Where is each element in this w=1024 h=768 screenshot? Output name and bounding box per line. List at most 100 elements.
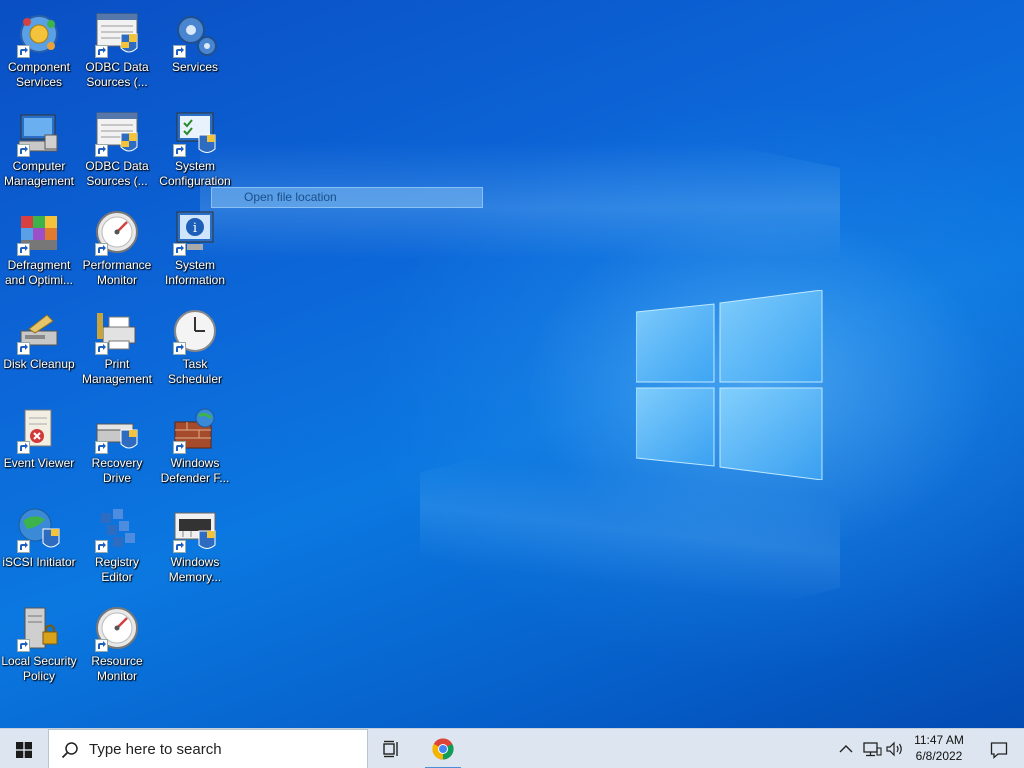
odbc-icon — [93, 10, 141, 58]
desktop-icon-label: ODBC Data Sources (... — [85, 159, 149, 188]
printer-icon — [93, 307, 141, 355]
odbc-icon — [93, 109, 141, 157]
clock-icon — [171, 307, 219, 355]
task-view-icon — [383, 740, 398, 758]
notification-center-button[interactable] — [978, 729, 1018, 768]
registry-icon — [93, 505, 141, 553]
memory-chip-icon — [171, 505, 219, 553]
gauge-icon — [93, 208, 141, 256]
network-icon[interactable] — [862, 739, 882, 759]
shortcut-arrow-icon — [17, 441, 30, 454]
desktop-icon-services[interactable]: Services — [156, 4, 234, 100]
desktop-icon-disk-cleanup[interactable]: Disk Cleanup — [0, 301, 78, 397]
desktop-icon-windows-memory[interactable]: Windows Memory... — [156, 499, 234, 595]
desktop-icon-label: Disk Cleanup — [3, 357, 75, 371]
desktop-icon-label: Resource Monitor — [91, 654, 143, 683]
shortcut-arrow-icon — [95, 639, 108, 652]
taskbar: Type here to search 11:47 AM 6/8/2022 — [0, 728, 1024, 768]
search-placeholder: Type here to search — [89, 741, 222, 758]
shortcut-arrow-icon — [173, 45, 186, 58]
system-configuration-icon — [171, 109, 219, 157]
desktop-icon-label: Computer Management — [3, 159, 75, 188]
shortcut-arrow-icon — [95, 243, 108, 256]
desktop-icon-label: Task Scheduler — [167, 357, 223, 386]
desktop-icon-label: Recovery Drive — [91, 456, 143, 485]
shortcut-arrow-icon — [17, 243, 30, 256]
desktop-icon-label: Print Management — [81, 357, 153, 386]
shortcut-arrow-icon — [173, 342, 186, 355]
desktop-icon-odbc-data-sources[interactable]: ODBC Data Sources (... — [78, 103, 156, 199]
volume-icon[interactable] — [885, 739, 905, 759]
desktop-icon-label: Event Viewer — [3, 456, 75, 470]
gears-icon — [171, 10, 219, 58]
desktop-icon-label: Defragment and Optimi... — [4, 258, 74, 287]
shortcut-arrow-icon — [17, 144, 30, 157]
disk-cleanup-icon — [15, 307, 63, 355]
shortcut-arrow-icon — [17, 45, 30, 58]
globe-shield-icon — [15, 505, 63, 553]
shortcut-arrow-icon — [95, 45, 108, 58]
desktop-icon-print-management[interactable]: Print Management — [78, 301, 156, 397]
desktop-icon-label: Windows Defender F... — [160, 456, 230, 485]
desktop-icon-label: Services — [171, 60, 218, 74]
shortcut-arrow-icon — [17, 639, 30, 652]
shortcut-arrow-icon — [95, 144, 108, 157]
taskbar-chrome-button[interactable] — [423, 729, 463, 768]
desktop-icon-label: Registry Editor — [94, 555, 139, 584]
shortcut-arrow-icon — [17, 540, 30, 553]
shortcut-arrow-icon — [95, 441, 108, 454]
desktop-icon-label: iSCSI Initiator — [2, 555, 76, 569]
shortcut-arrow-icon — [173, 144, 186, 157]
shortcut-arrow-icon — [95, 342, 108, 355]
start-button[interactable] — [0, 729, 48, 768]
desktop-icon-local-security-policy[interactable]: Local Security Policy — [0, 598, 78, 694]
computer-management-icon — [15, 109, 63, 157]
desktop-icon-performance-monitor[interactable]: Performance Monitor — [78, 202, 156, 298]
chrome-icon — [432, 738, 454, 760]
clock-time: 11:47 AM — [914, 733, 964, 747]
event-viewer-icon — [15, 406, 63, 454]
desktop-icon-iscsi-initiator[interactable]: iSCSI Initiator — [0, 499, 78, 595]
desktop-icon-system-information[interactable]: i System Information — [156, 202, 234, 298]
search-icon — [61, 742, 78, 759]
desktop-icon-windows-defender-f[interactable]: Windows Defender F... — [156, 400, 234, 496]
chevron-up-icon[interactable] — [836, 739, 856, 759]
shortcut-arrow-icon — [173, 243, 186, 256]
desktop-icon-system-configuration[interactable]: System Configuration — [156, 103, 234, 199]
desktop-icon-defragment-and-optimi[interactable]: Defragment and Optimi... — [0, 202, 78, 298]
svg-text:i: i — [193, 221, 197, 236]
desktop-icon-resource-monitor[interactable]: Resource Monitor — [78, 598, 156, 694]
taskbar-clock[interactable]: 11:47 AM 6/8/2022 — [906, 732, 972, 766]
desktop-icon-label: Windows Memory... — [168, 555, 222, 584]
desktop-icon-computer-management[interactable]: Computer Management — [0, 103, 78, 199]
defragment-icon — [15, 208, 63, 256]
clock-date: 6/8/2022 — [915, 749, 963, 763]
desktop-icon-component-services[interactable]: Component Services — [0, 4, 78, 100]
windows-start-icon — [16, 742, 32, 758]
shortcut-arrow-icon — [173, 441, 186, 454]
context-menu-open-file-location[interactable]: Open file location — [211, 187, 483, 208]
desktop-icon-label: System Configuration — [159, 159, 231, 188]
desktop-icon-odbc-data-sources[interactable]: ODBC Data Sources (... — [78, 4, 156, 100]
desktop-icon-label: ODBC Data Sources (... — [85, 60, 149, 89]
gauge-icon — [93, 604, 141, 652]
desktop-icon-registry-editor[interactable]: Registry Editor — [78, 499, 156, 595]
desktop-icon-task-scheduler[interactable]: Task Scheduler — [156, 301, 234, 397]
desktop-icon-label: Performance Monitor — [82, 258, 152, 287]
desktop-icon-label: Component Services — [7, 60, 71, 89]
firewall-icon — [171, 406, 219, 454]
desktop-icon-label: Local Security Policy — [1, 654, 77, 683]
windows-logo-wallpaper — [636, 290, 823, 480]
component-services-icon — [15, 10, 63, 58]
shortcut-arrow-icon — [17, 342, 30, 355]
taskbar-search-box[interactable]: Type here to search — [48, 729, 368, 768]
shortcut-arrow-icon — [95, 540, 108, 553]
desktop-icon-event-viewer[interactable]: Event Viewer — [0, 400, 78, 496]
desktop-icon-label: System Information — [164, 258, 226, 287]
system-information-icon: i — [171, 208, 219, 256]
task-view-button[interactable] — [374, 729, 410, 768]
shortcut-arrow-icon — [173, 540, 186, 553]
notification-icon — [990, 742, 1008, 759]
desktop-icon-recovery-drive[interactable]: Recovery Drive — [78, 400, 156, 496]
server-lock-icon — [15, 604, 63, 652]
